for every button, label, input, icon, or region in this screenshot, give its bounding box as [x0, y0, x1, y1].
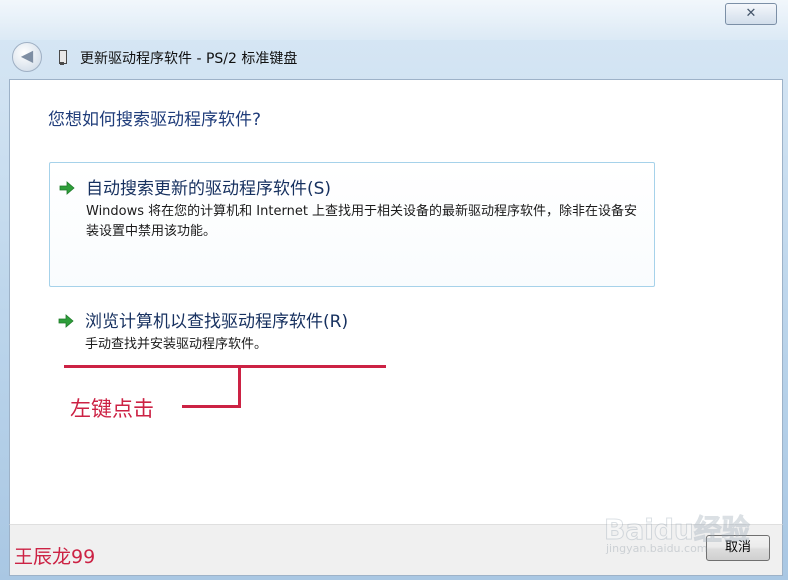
content-panel: 您想如何搜索驱动程序软件? 自动搜索更新的驱动程序软件(S) Windows 将… [9, 79, 783, 525]
auto-search-title: 自动搜索更新的驱动程序软件(S) [86, 179, 332, 199]
close-button[interactable]: ✕ [725, 3, 777, 25]
usb-device-icon [58, 50, 67, 65]
back-arrow-icon: ◀ [20, 46, 34, 65]
back-button[interactable]: ◀ [12, 42, 42, 72]
browse-computer-option[interactable]: 浏览计算机以查找驱动程序软件(R) 手动查找并安装驱动程序软件。 [49, 302, 653, 362]
close-icon: ✕ [745, 6, 757, 21]
watermark-url: jingyan.baidu.com [606, 542, 708, 555]
green-arrow-icon [59, 181, 75, 195]
annotation-label: 左键点击 [70, 397, 154, 421]
author-signature: 王辰龙99 [14, 546, 96, 568]
baidu-watermark: Baidu经验 jingyan.baidu.com [604, 508, 751, 568]
browse-computer-description: 手动查找并安装驱动程序软件。 [85, 337, 268, 352]
auto-search-option[interactable]: 自动搜索更新的驱动程序软件(S) Windows 将在您的计算机和 Intern… [49, 162, 655, 287]
title-bar [0, 0, 788, 40]
green-arrow-icon [58, 314, 74, 328]
annotation-underline [64, 365, 386, 368]
annotation-connector [238, 368, 241, 408]
annotation-pointer [182, 405, 241, 408]
page-heading: 您想如何搜索驱动程序软件? [48, 110, 262, 130]
navigation-row: ◀ 更新驱动程序软件 - PS/2 标准键盘 [0, 40, 788, 76]
auto-search-description: Windows 将在您的计算机和 Internet 上查找用于相关设备的最新驱动… [86, 204, 638, 239]
browse-computer-title: 浏览计算机以查找驱动程序软件(R) [85, 312, 349, 332]
window-title: 更新驱动程序软件 - PS/2 标准键盘 [80, 51, 298, 67]
dialog-window-frame: ✕ ◀ 更新驱动程序软件 - PS/2 标准键盘 您想如何搜索驱动程序软件? 自… [0, 0, 788, 580]
